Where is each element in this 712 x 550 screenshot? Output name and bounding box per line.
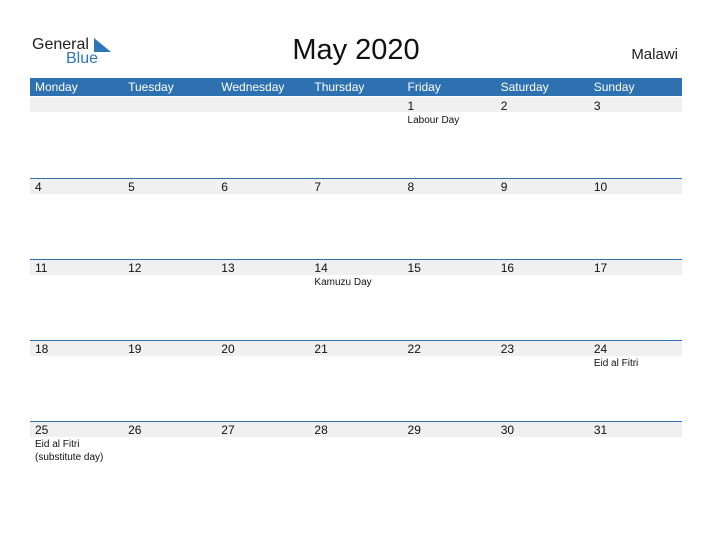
day-cell: 27 (216, 422, 309, 500)
day-cell: 12 (123, 260, 216, 338)
day-number: 5 (128, 180, 135, 194)
day-number: 2 (500, 99, 508, 113)
day-number: 13 (221, 261, 235, 275)
day-cell (123, 98, 216, 176)
day-cell: 1 Labour Day (403, 98, 496, 176)
day-number: 16 (500, 261, 515, 275)
day-number: 29 (407, 423, 421, 437)
day-number: 20 (221, 342, 235, 356)
day-number: 23 (500, 342, 515, 356)
day-cell: 16 (496, 260, 589, 338)
weekday-saturday: Saturday (500, 80, 549, 94)
weekday-monday: Monday (35, 80, 78, 94)
day-number: 30 (500, 423, 515, 437)
week-row: 25 Eid al Fitri (substitute day) 26 27 28 29 3… (30, 421, 682, 501)
day-cell: 13 (216, 260, 309, 338)
weekday-sunday: Sunday (593, 80, 635, 94)
day-cell: 25 Eid al Fitri (substitute day) (30, 422, 123, 500)
weekday-thursday: Thursday (314, 80, 365, 94)
day-number: 17 (593, 261, 608, 275)
holiday-label: Eid al Fitri (substitute day) (35, 439, 104, 463)
day-number: 11 (35, 261, 48, 275)
week-row: 11 12 13 14 Kamuzu Day 15 16 17 (30, 259, 682, 339)
day-cell: 23 (496, 341, 589, 419)
day-number: 12 (128, 261, 142, 275)
holiday-label: Labour Day (407, 115, 460, 126)
day-cell: 21 (309, 341, 402, 419)
weekday-tuesday: Tuesday (128, 80, 174, 94)
day-cell: 29 (403, 422, 496, 500)
country-label: Malawi (631, 46, 678, 63)
day-cell: 17 (589, 260, 682, 338)
day-cell: 10 (589, 179, 682, 257)
day-cell: 26 (123, 422, 216, 500)
day-cell: 2 (496, 98, 589, 176)
week-row: 4 5 6 7 8 9 10 (30, 178, 682, 258)
day-cell: 18 (30, 341, 123, 419)
day-number: 25 (35, 423, 49, 437)
day-cell: 20 (216, 341, 309, 419)
day-number: 24 (593, 342, 608, 356)
day-number: 1 (407, 99, 415, 113)
weekday-friday: Friday (407, 80, 441, 94)
day-cell: 8 (403, 179, 496, 257)
week-row: 1 Labour Day 2 3 (30, 97, 682, 177)
holiday-label: Eid al Fitri (593, 358, 639, 369)
page-title: May 2020 (292, 34, 420, 66)
day-number: 19 (128, 342, 142, 356)
day-number: 10 (593, 180, 608, 194)
day-cell: 15 (403, 260, 496, 338)
day-number: 6 (221, 180, 228, 194)
day-number: 28 (314, 423, 328, 437)
day-number: 22 (407, 342, 421, 356)
day-cell: 5 (123, 179, 216, 257)
day-number: 15 (407, 261, 421, 275)
weekday-wednesday: Wednesday (221, 80, 285, 94)
day-number: 4 (35, 180, 42, 194)
day-cell: 4 (30, 179, 123, 257)
day-cell: 31 (589, 422, 682, 500)
weekday-header: Monday Tuesday Wednesday Thursday Friday Satu… (30, 78, 682, 96)
holiday-label: Kamuzu Day (314, 277, 372, 288)
day-cell: 9 (496, 179, 589, 257)
day-number: 18 (35, 342, 49, 356)
day-cell: 7 (309, 179, 402, 257)
day-number: 27 (221, 423, 235, 437)
day-cell (216, 98, 309, 176)
week-row: 18 19 20 21 22 23 24 Eid al Fitri (30, 340, 682, 420)
day-cell: 30 (496, 422, 589, 500)
day-cell: 19 (123, 341, 216, 419)
day-cell (30, 98, 123, 176)
day-number: 3 (593, 99, 601, 113)
day-cell: 3 (589, 98, 682, 176)
day-number: 14 (314, 261, 328, 275)
day-number: 8 (407, 180, 415, 194)
day-cell: 14 Kamuzu Day (309, 260, 402, 338)
day-number: 26 (128, 423, 142, 437)
day-number: 21 (314, 342, 328, 356)
day-cell (309, 98, 402, 176)
day-cell: 11 (30, 260, 123, 338)
day-cell: 28 (309, 422, 402, 500)
day-number: 31 (593, 423, 608, 437)
day-number: 9 (500, 180, 508, 194)
day-cell: 22 (403, 341, 496, 419)
day-cell: 6 (216, 179, 309, 257)
day-cell: 24 Eid al Fitri (589, 341, 682, 419)
day-number: 7 (314, 180, 322, 194)
